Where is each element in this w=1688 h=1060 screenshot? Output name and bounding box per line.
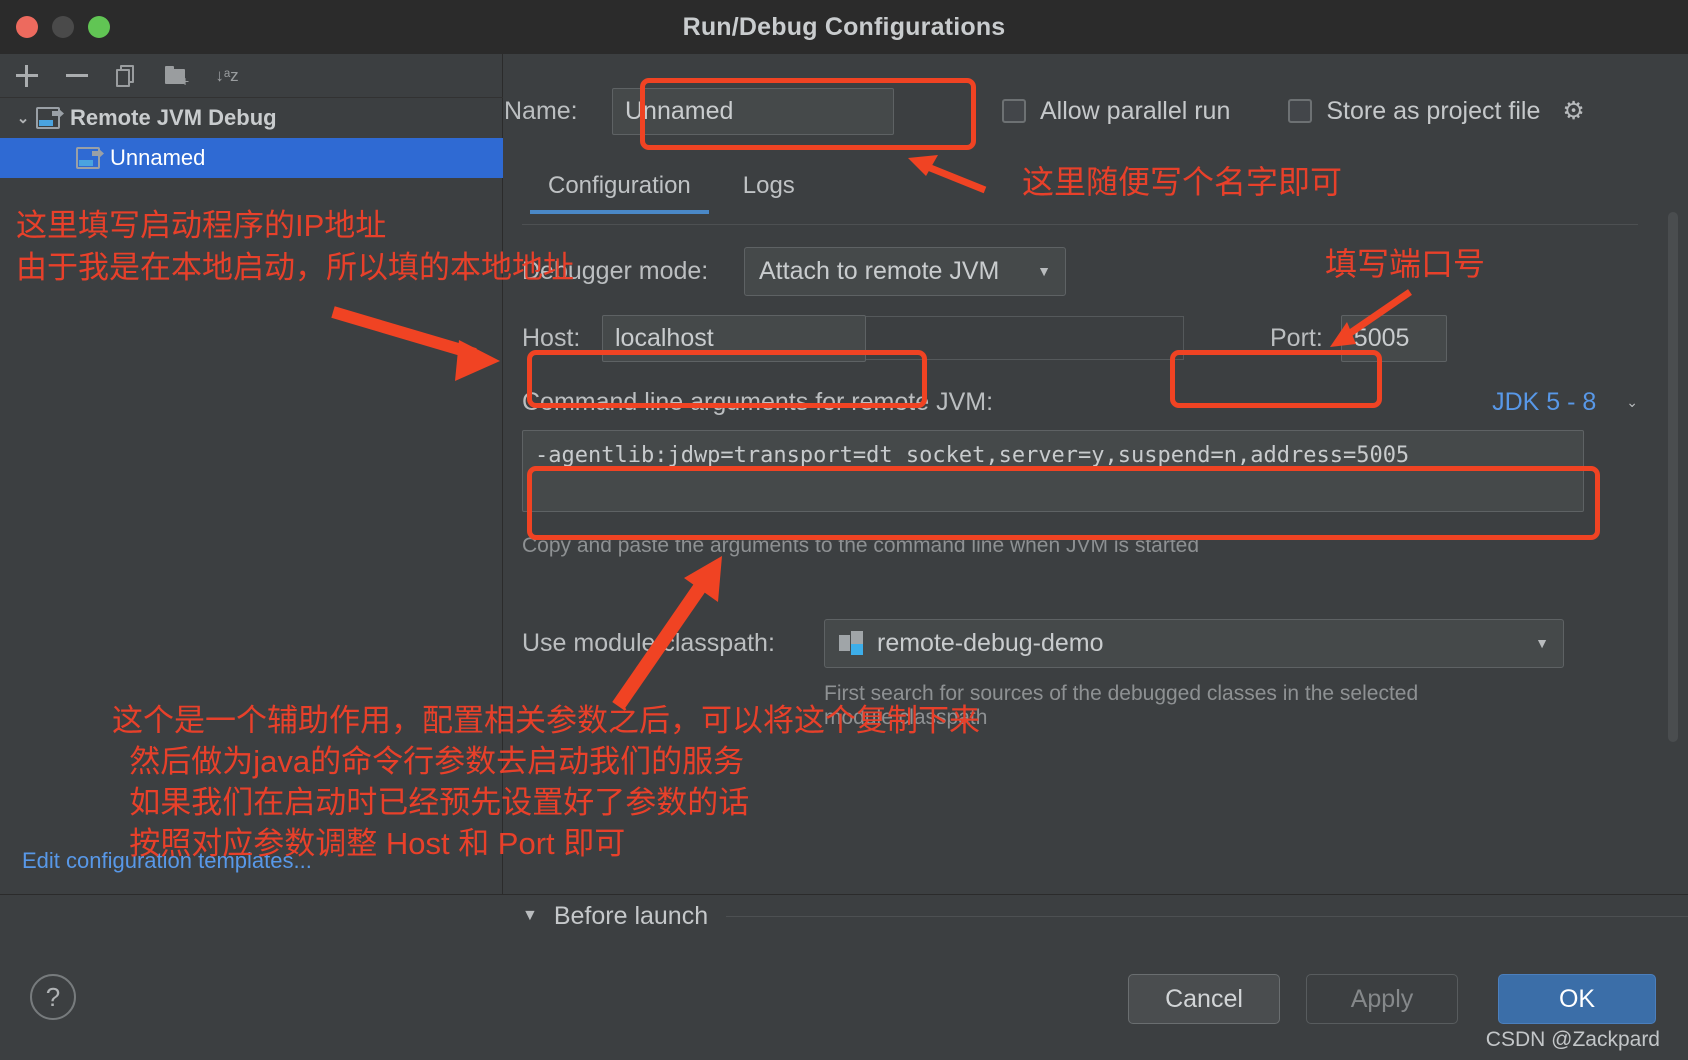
debugger-mode-label: Debugger mode:: [522, 256, 709, 285]
chevron-down-icon[interactable]: ⌄: [10, 109, 36, 127]
tree-group-remote-jvm-debug[interactable]: ⌄ Remote JVM Debug: [0, 98, 503, 138]
apply-button[interactable]: Apply: [1306, 974, 1458, 1024]
editor-tabs: Configuration Logs: [522, 166, 821, 214]
sidebar-toolbar: + ↓ᵃz: [0, 54, 503, 98]
store-as-project-file-label: Store as project file: [1326, 96, 1541, 125]
port-label: Port:: [1270, 323, 1323, 352]
debugger-mode-value: Attach to remote JVM: [759, 256, 1000, 285]
command-line-arguments-textarea[interactable]: -agentlib:jdwp=transport=dt_socket,serve…: [522, 430, 1584, 512]
store-as-project-file-checkbox[interactable]: [1288, 99, 1313, 123]
jdk-selector[interactable]: JDK 5 - 8 ⌄: [1492, 388, 1638, 417]
name-row: Name: Allow parallel run Store as projec…: [504, 82, 1688, 140]
command-line-label: Command line arguments for remote JVM:: [522, 387, 994, 416]
tab-logs[interactable]: Logs: [717, 166, 821, 214]
host-label: Host:: [522, 323, 581, 352]
dialog-footer: ? Cancel Apply OK CSDN @Zackpard: [0, 952, 1688, 1060]
chevron-down-icon[interactable]: ▼: [522, 907, 538, 925]
chevron-down-icon: ▼: [1037, 263, 1051, 279]
configuration-editor-panel: Name: Allow parallel run Store as projec…: [504, 54, 1688, 894]
gear-icon[interactable]: ⚙: [1562, 96, 1584, 126]
add-configuration-icon[interactable]: [12, 61, 42, 91]
configurations-tree: ⌄ Remote JVM Debug Unnamed: [0, 98, 503, 178]
ok-button[interactable]: OK: [1498, 974, 1656, 1024]
run-debug-configurations-dialog: Run/Debug Configurations + ↓ᵃz ⌄ Remote …: [0, 0, 1688, 1060]
jdk-selector-label: JDK 5 - 8: [1492, 387, 1597, 416]
window-controls: [16, 16, 110, 38]
name-label: Name:: [504, 96, 578, 125]
before-launch-label: Before launch: [553, 901, 709, 930]
module-classpath-hint-line2: module classpath: [824, 706, 988, 729]
remote-jvm-icon: [76, 147, 104, 169]
module-classpath-select[interactable]: remote-debug-demo ▼: [824, 618, 1564, 668]
command-line-hint: Copy and paste the arguments to the comm…: [522, 534, 1200, 557]
new-folder-icon[interactable]: +: [162, 61, 192, 91]
tab-divider: [522, 224, 1638, 225]
section-rule: [726, 915, 1688, 917]
remote-jvm-icon: [36, 107, 64, 129]
host-input[interactable]: [602, 314, 866, 362]
allow-parallel-run-checkbox[interactable]: [1002, 99, 1026, 123]
sort-alpha-icon[interactable]: ↓ᵃz: [212, 61, 242, 91]
module-classpath-label: Use module classpath:: [522, 628, 775, 657]
module-classpath-value: remote-debug-demo: [877, 628, 1104, 657]
zoom-button[interactable]: [88, 16, 110, 38]
copy-configuration-icon[interactable]: [112, 61, 142, 91]
edit-configuration-templates-link[interactable]: Edit configuration templates...: [22, 848, 312, 874]
allow-parallel-run-checkbox-group[interactable]: Allow parallel run: [1002, 97, 1230, 126]
page-title: Run/Debug Configurations: [682, 13, 1006, 41]
module-icon: [839, 631, 865, 655]
module-classpath-row: Use module classpath: remote-debug-demo …: [522, 612, 1672, 674]
store-as-project-file-checkbox-group[interactable]: Store as project file ⚙: [1288, 96, 1585, 126]
before-launch-section[interactable]: ▼ Before launch: [504, 888, 1688, 944]
configurations-sidebar: + ↓ᵃz ⌄ Remote JVM Debug Unnamed Edit co…: [0, 54, 503, 894]
close-button[interactable]: [16, 16, 38, 38]
remove-configuration-icon[interactable]: [62, 61, 92, 91]
allow-parallel-run-label: Allow parallel run: [1040, 96, 1231, 125]
tree-group-label: Remote JVM Debug: [70, 105, 277, 130]
host-port-row: Host: Port:: [522, 302, 1672, 374]
module-classpath-hint-line1: First search for sources of the debugged…: [824, 682, 1419, 705]
watermark: CSDN @Zackpard: [1485, 1028, 1660, 1051]
tree-item-unnamed[interactable]: Unnamed: [0, 138, 503, 178]
tab-configuration[interactable]: Configuration: [522, 166, 717, 214]
name-input[interactable]: [612, 87, 894, 135]
help-button[interactable]: ?: [30, 974, 76, 1020]
cancel-button[interactable]: Cancel: [1128, 974, 1280, 1024]
editor-vertical-scrollbar[interactable]: [1668, 212, 1678, 742]
port-input[interactable]: [1340, 314, 1447, 362]
title-bar: Run/Debug Configurations: [0, 0, 1688, 54]
chevron-down-icon: ⌄: [1626, 393, 1638, 410]
tree-item-label: Unnamed: [110, 145, 206, 170]
debugger-mode-select[interactable]: Attach to remote JVM ▼: [744, 246, 1066, 296]
chevron-down-icon: ▼: [1535, 635, 1549, 651]
command-line-header-row: Command line arguments for remote JVM: J…: [522, 374, 1638, 430]
debugger-mode-row: Debugger mode: Attach to remote JVM ▼: [522, 240, 1672, 302]
host-field-filler: [866, 316, 1184, 360]
minimize-button[interactable]: [52, 16, 74, 38]
configuration-form: Debugger mode: Attach to remote JVM ▼ Ho…: [522, 240, 1672, 730]
